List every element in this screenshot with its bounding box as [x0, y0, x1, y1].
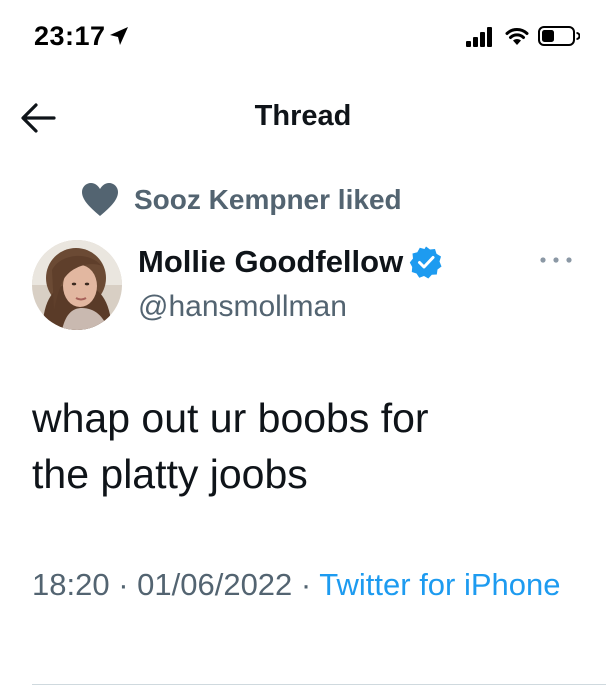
nav-bar: Thread [0, 86, 606, 150]
wifi-icon [505, 28, 529, 45]
verified-badge-icon [410, 246, 442, 279]
meta-separator: · [292, 567, 320, 602]
tweet-time[interactable]: 18:20 [32, 567, 110, 602]
status-time: 23:17 [34, 21, 106, 51]
social-context[interactable]: Sooz Kempner liked [80, 180, 402, 220]
battery-icon [538, 26, 580, 46]
tweet-source-link[interactable]: Twitter for iPhone [319, 567, 560, 602]
tweet-text: whap out ur boobs for the platty joobs [32, 395, 429, 497]
author-handle[interactable]: @hansmollman [138, 290, 347, 324]
author-name: Mollie Goodfellow [138, 244, 404, 279]
location-arrow-icon [110, 27, 128, 45]
author-name-row[interactable]: Mollie Goodfellow [138, 244, 443, 280]
social-context-label: Sooz Kempner liked [134, 184, 402, 215]
tweet-meta: 18:20 · 01/06/2022 · Twitter for iPhone [32, 560, 572, 610]
cellular-signal-icon [466, 27, 492, 47]
tweet-date[interactable]: 01/06/2022 [137, 567, 292, 602]
avatar[interactable] [32, 240, 122, 330]
meta-separator: · [109, 567, 138, 602]
avatar-image [32, 240, 122, 330]
more-options-icon[interactable] [538, 252, 574, 268]
divider [32, 684, 606, 685]
status-bar: 23:17 [0, 0, 606, 76]
page-title: Thread [254, 100, 352, 132]
heart-icon [82, 183, 118, 216]
back-arrow-icon[interactable] [18, 100, 58, 136]
